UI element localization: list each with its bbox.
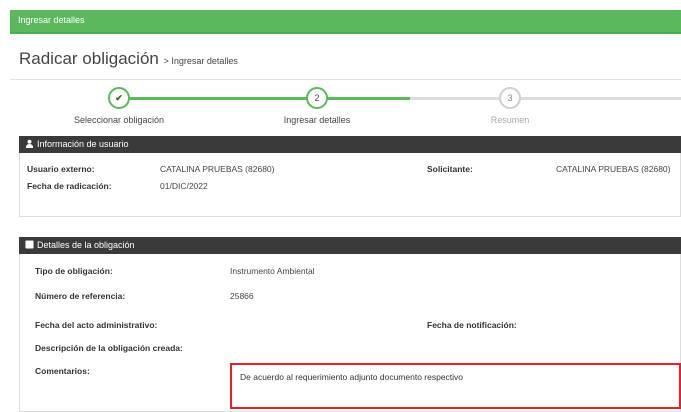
- obligation-type-value: Instrumento Ambiental: [230, 266, 315, 276]
- checkbox-icon[interactable]: [25, 240, 34, 251]
- page-title: Radicar obligación > Ingresar detalles: [19, 49, 238, 68]
- user-info-panel-body: [19, 153, 681, 217]
- user-info-title: Información de usuario: [37, 139, 129, 149]
- filing-date-value: 01/DIC/2022: [160, 181, 208, 191]
- filing-date-label: Fecha de radicación:: [27, 181, 112, 191]
- header-title: Ingresar detalles: [18, 15, 85, 25]
- step-2-label: Ingresar detalles: [283, 115, 351, 125]
- step-connector-pending: [410, 97, 681, 100]
- external-user-value: CATALINA PRUEBAS (82680): [160, 164, 275, 174]
- reference-number-value: 25866: [230, 291, 254, 301]
- admin-act-date-label: Fecha del acto administrativo:: [35, 320, 158, 330]
- comments-field[interactable]: De acuerdo al requerimiento adjunto docu…: [230, 363, 681, 409]
- page-title-bar: Radicar obligación > Ingresar detalles: [10, 36, 681, 80]
- comments-value: De acuerdo al requerimiento adjunto docu…: [240, 372, 464, 382]
- step-2-marker[interactable]: 2: [306, 87, 328, 109]
- user-icon: [25, 139, 34, 150]
- step-1-check-icon[interactable]: ✔: [108, 87, 130, 109]
- notification-date-label: Fecha de notificación:: [427, 320, 517, 330]
- breadcrumb: > Ingresar detalles: [163, 56, 238, 66]
- user-info-panel-header: Información de usuario: [19, 136, 681, 153]
- obligation-details-title: Detalles de la obligación: [37, 240, 135, 250]
- requester-value: CATALINA PRUEBAS (82680): [556, 164, 671, 174]
- obligation-type-label: Tipo de obligación:: [35, 266, 113, 276]
- step-connector-done: [130, 97, 410, 100]
- comments-label: Comentarios:: [35, 366, 90, 376]
- step-3-marker[interactable]: 3: [499, 87, 521, 109]
- external-user-label: Usuario externo:: [27, 164, 95, 174]
- obligation-details-panel-header[interactable]: Detalles de la obligación: [19, 237, 681, 254]
- top-header-bar: Ingresar detalles: [10, 10, 681, 34]
- step-3-label: Resumen: [490, 115, 530, 125]
- requester-label: Solicitante:: [427, 164, 473, 174]
- step-1-label: Seleccionar obligación: [73, 115, 165, 125]
- description-label: Descripción de la obligación creada:: [35, 343, 183, 353]
- reference-number-label: Número de referencia:: [35, 291, 126, 301]
